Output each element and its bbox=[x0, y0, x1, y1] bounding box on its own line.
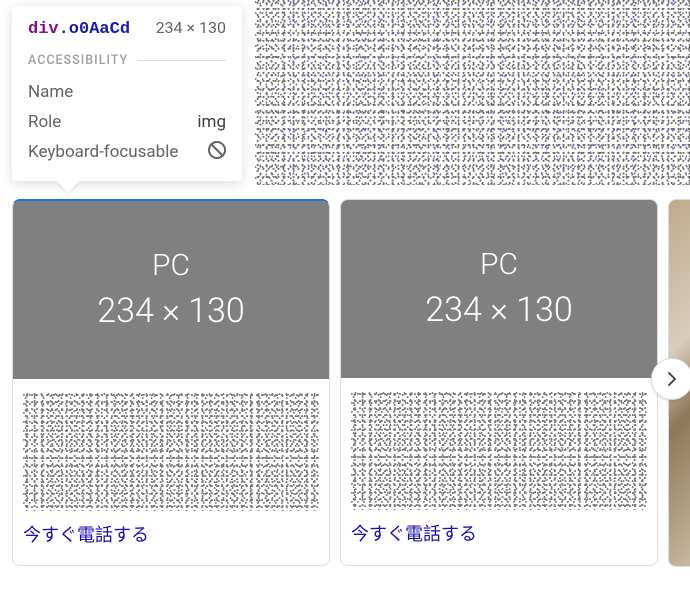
result-card[interactable]: PC 234 × 130 今すぐ電話する bbox=[12, 199, 330, 566]
obscured-card-text bbox=[23, 393, 319, 511]
tooltip-row-name: Name bbox=[28, 78, 226, 108]
tooltip-section-label: ACCESSIBILITY bbox=[28, 53, 226, 68]
placeholder-dims: 234 × 130 bbox=[97, 287, 245, 336]
tooltip-tag: div bbox=[28, 20, 59, 39]
chevron-right-icon bbox=[663, 370, 681, 388]
placeholder-label: PC bbox=[152, 244, 190, 288]
tooltip-class: .o0AaCd bbox=[59, 20, 130, 39]
devtools-tooltip: div.o0AaCd 234 × 130 ACCESSIBILITY Name … bbox=[12, 6, 242, 181]
call-now-link[interactable]: 今すぐ電話する bbox=[23, 521, 319, 547]
tooltip-key: Role bbox=[28, 108, 61, 138]
placeholder-dims: 234 × 130 bbox=[425, 286, 573, 335]
tooltip-selector: div.o0AaCd bbox=[28, 20, 130, 39]
tooltip-key: Keyboard-focusable bbox=[28, 138, 178, 168]
tooltip-val: img bbox=[197, 108, 226, 138]
card-image-placeholder: PC 234 × 130 bbox=[13, 201, 329, 379]
tooltip-row-focusable: Keyboard-focusable bbox=[28, 138, 226, 168]
cards-row: PC 234 × 130 今すぐ電話する PC 234 × 130 今すぐ電話す… bbox=[12, 199, 658, 566]
obscured-card-text bbox=[351, 392, 647, 510]
not-allowed-icon bbox=[208, 138, 226, 168]
result-card[interactable]: PC 234 × 130 今すぐ電話する bbox=[340, 199, 658, 566]
tooltip-key: Name bbox=[28, 78, 73, 108]
placeholder-label: PC bbox=[480, 243, 518, 287]
call-now-link[interactable]: 今すぐ電話する bbox=[351, 520, 647, 546]
card-body: 今すぐ電話する bbox=[13, 379, 329, 565]
tooltip-header: div.o0AaCd 234 × 130 bbox=[28, 18, 226, 39]
card-body: 今すぐ電話する bbox=[341, 378, 657, 564]
obscured-content-top bbox=[255, 0, 690, 185]
card-image-placeholder: PC 234 × 130 bbox=[341, 200, 657, 378]
tooltip-dimensions: 234 × 130 bbox=[156, 18, 226, 37]
tooltip-pointer bbox=[57, 170, 80, 193]
carousel-next-button[interactable] bbox=[651, 358, 690, 400]
tooltip-row-role: Role img bbox=[28, 108, 226, 138]
